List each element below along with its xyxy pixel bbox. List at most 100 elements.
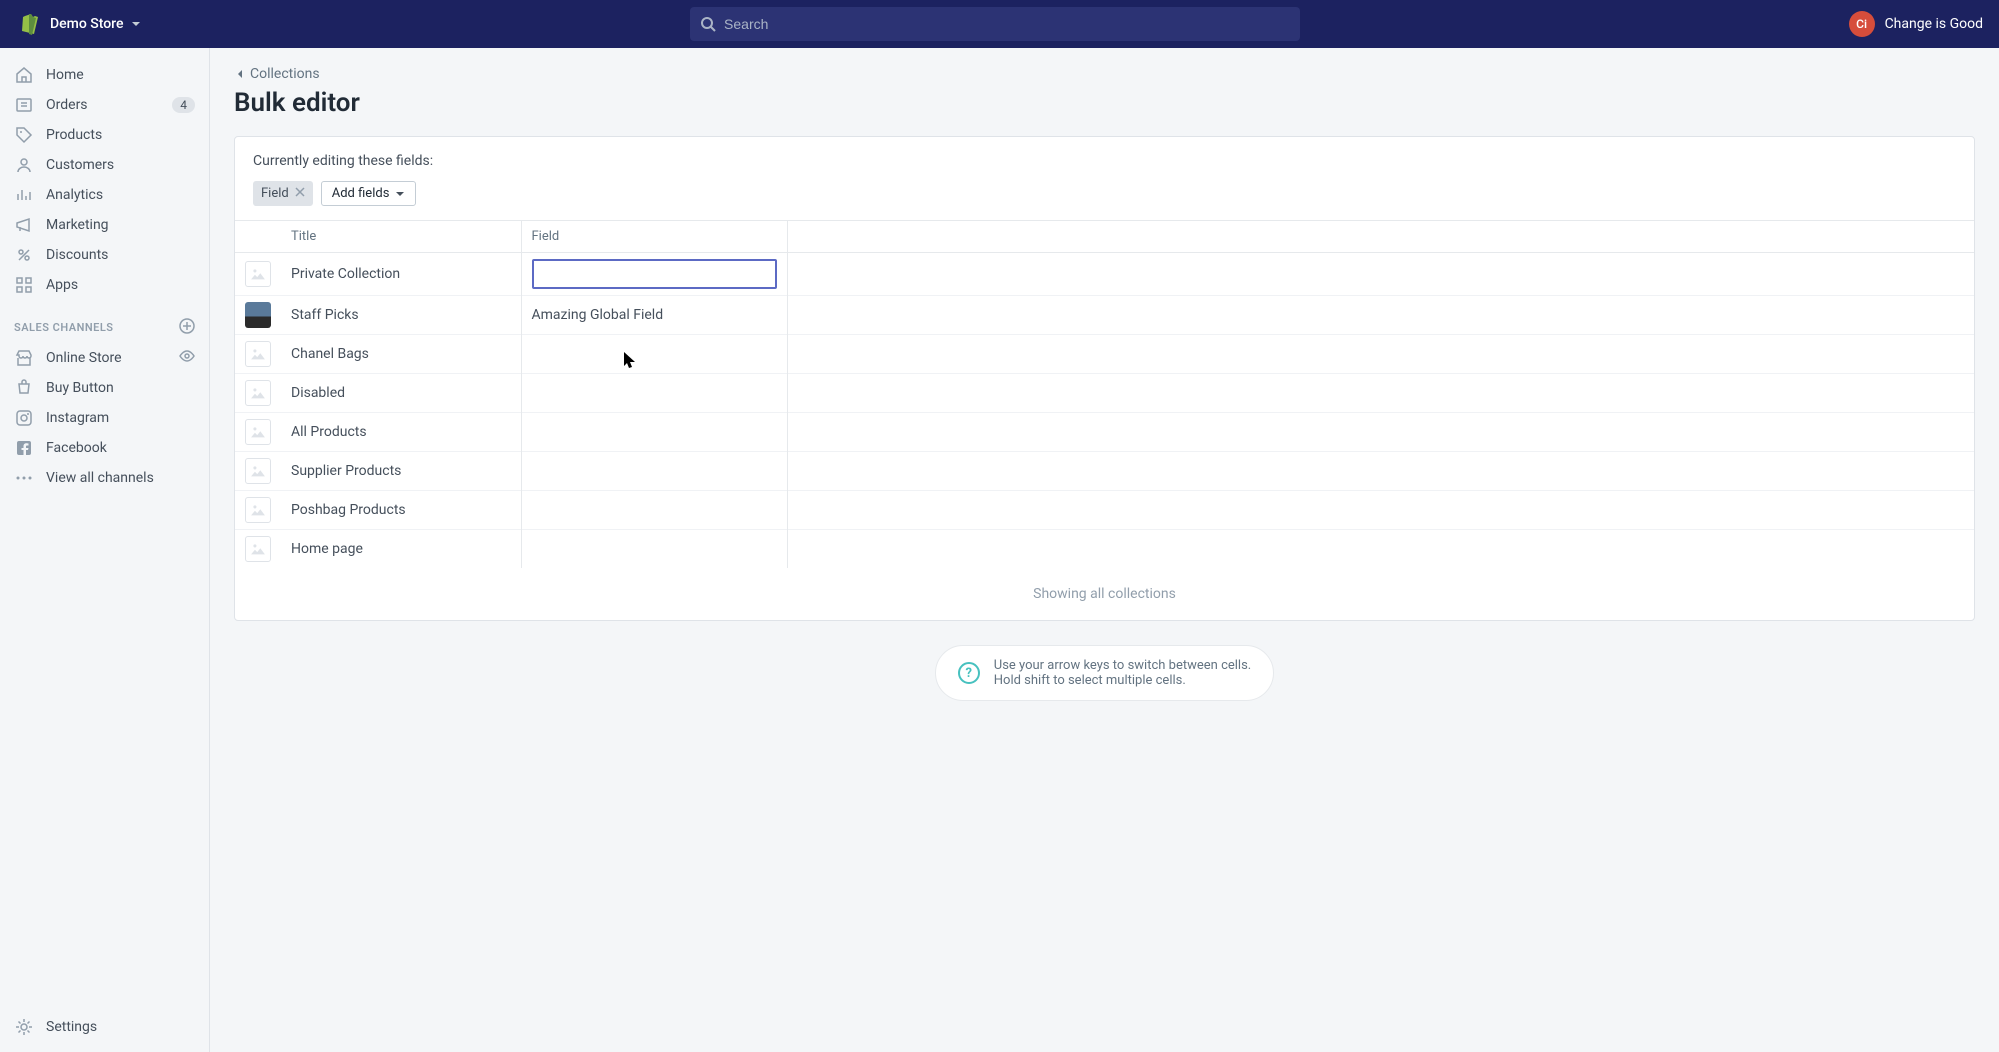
sidebar-item-discounts[interactable]: Discounts: [0, 240, 209, 270]
sidebar-item-marketing[interactable]: Marketing: [0, 210, 209, 240]
store-name-label: Demo Store: [50, 16, 124, 32]
add-fields-button[interactable]: Add fields: [321, 181, 417, 206]
field-chip: Field: [253, 181, 313, 206]
row-thumbnail: [245, 497, 271, 523]
editing-fields-label: Currently editing these fields:: [253, 153, 1956, 169]
shopify-logo-icon: [16, 12, 40, 36]
sidebar-item-home[interactable]: Home: [0, 60, 209, 90]
field-cell[interactable]: [521, 253, 787, 296]
field-cell[interactable]: [521, 413, 787, 452]
nav-label: Apps: [46, 277, 78, 293]
row-thumbnail: [245, 261, 271, 287]
sidebar-item-apps[interactable]: Apps: [0, 270, 209, 300]
row-thumbnail: [245, 419, 271, 445]
customers-icon: [14, 155, 34, 175]
bulk-editor-card: Currently editing these fields: Field Ad…: [234, 136, 1975, 621]
channel-item-online-store[interactable]: Online Store: [0, 343, 209, 373]
search-icon: [700, 16, 716, 32]
row-thumbnail: [245, 341, 271, 367]
table-row: Supplier Products: [235, 452, 1974, 491]
channel-item-facebook[interactable]: Facebook: [0, 433, 209, 463]
search-input[interactable]: [724, 16, 1290, 32]
field-cell-value[interactable]: Amazing Global Field: [532, 307, 664, 323]
main-content: Collections Bulk editor Currently editin…: [210, 48, 1999, 1052]
nav-label: Home: [46, 67, 84, 83]
row-thumbnail: [245, 536, 271, 562]
sidebar-item-orders[interactable]: Orders 4: [0, 90, 209, 120]
field-cell[interactable]: [521, 335, 787, 374]
channel-label: Online Store: [46, 350, 122, 366]
instagram-icon: [14, 408, 34, 428]
title-cell[interactable]: Poshbag Products: [281, 491, 521, 530]
title-cell[interactable]: Private Collection: [281, 253, 521, 296]
nav-label: Marketing: [46, 217, 109, 233]
user-menu[interactable]: Ci Change is Good: [1849, 11, 1983, 37]
channel-item-buy-button[interactable]: Buy Button: [0, 373, 209, 403]
view-all-channels[interactable]: View all channels: [0, 463, 209, 493]
title-cell[interactable]: Supplier Products: [281, 452, 521, 491]
sidebar-item-analytics[interactable]: Analytics: [0, 180, 209, 210]
analytics-icon: [14, 185, 34, 205]
caret-down-icon: [395, 189, 405, 199]
store-switcher[interactable]: Demo Store: [50, 16, 142, 32]
remove-field-chip[interactable]: [295, 186, 305, 201]
table-row: Staff Picks Amazing Global Field: [235, 296, 1974, 335]
store-icon: [14, 348, 34, 368]
products-icon: [14, 125, 34, 145]
sidebar: Home Orders 4 Products Customers Analytics Mar…: [0, 48, 210, 1052]
help-icon: ?: [958, 662, 980, 684]
sidebar-item-products[interactable]: Products: [0, 120, 209, 150]
field-cell-input[interactable]: [532, 259, 777, 289]
avatar: Ci: [1849, 11, 1875, 37]
row-thumbnail: [245, 302, 271, 328]
eye-icon: [179, 348, 195, 364]
table-row: Home page: [235, 530, 1974, 569]
chevron-down-icon: [130, 18, 142, 30]
chevron-left-icon: [234, 68, 246, 80]
field-cell[interactable]: Amazing Global Field: [521, 296, 787, 335]
row-thumbnail: [245, 458, 271, 484]
table-row: All Products: [235, 413, 1974, 452]
tip-line-2: Hold shift to select multiple cells.: [994, 673, 1251, 688]
badge: 4: [172, 97, 195, 113]
add-channel-button[interactable]: [179, 318, 195, 337]
channel-label: Facebook: [46, 440, 107, 456]
field-cell[interactable]: [521, 452, 787, 491]
table-row: Chanel Bags: [235, 335, 1974, 374]
ellipsis-icon: [14, 468, 34, 488]
channel-label: Buy Button: [46, 380, 114, 396]
column-header-field: Field: [521, 221, 787, 253]
field-cell[interactable]: [521, 491, 787, 530]
nav-label: Analytics: [46, 187, 103, 203]
field-cell[interactable]: [521, 374, 787, 413]
view-all-channels-label: View all channels: [46, 470, 154, 486]
nav-label: Orders: [46, 97, 88, 113]
home-icon: [14, 65, 34, 85]
apps-icon: [14, 275, 34, 295]
view-store-button[interactable]: [179, 348, 195, 368]
title-cell[interactable]: Home page: [281, 530, 521, 569]
title-cell[interactable]: Staff Picks: [281, 296, 521, 335]
title-cell[interactable]: All Products: [281, 413, 521, 452]
buy-icon: [14, 378, 34, 398]
global-search[interactable]: [690, 7, 1300, 41]
keyboard-tip: ? Use your arrow keys to switch between …: [935, 645, 1274, 701]
title-cell[interactable]: Chanel Bags: [281, 335, 521, 374]
sidebar-item-customers[interactable]: Customers: [0, 150, 209, 180]
table-row: Private Collection: [235, 253, 1974, 296]
sales-channels-header: SALES CHANNELS: [0, 300, 209, 343]
sidebar-item-settings[interactable]: Settings: [0, 1012, 209, 1042]
gear-icon: [14, 1017, 34, 1037]
breadcrumb[interactable]: Collections: [234, 66, 1975, 82]
topbar: Demo Store Ci Change is Good: [0, 0, 1999, 48]
channel-item-instagram[interactable]: Instagram: [0, 403, 209, 433]
plus-circle-icon: [179, 318, 195, 334]
field-cell[interactable]: [521, 530, 787, 569]
nav-label: Products: [46, 127, 102, 143]
nav-label: Customers: [46, 157, 114, 173]
table-row: Poshbag Products: [235, 491, 1974, 530]
row-thumbnail: [245, 380, 271, 406]
title-cell[interactable]: Disabled: [281, 374, 521, 413]
nav-label: Discounts: [46, 247, 108, 263]
page-title: Bulk editor: [234, 88, 1975, 118]
